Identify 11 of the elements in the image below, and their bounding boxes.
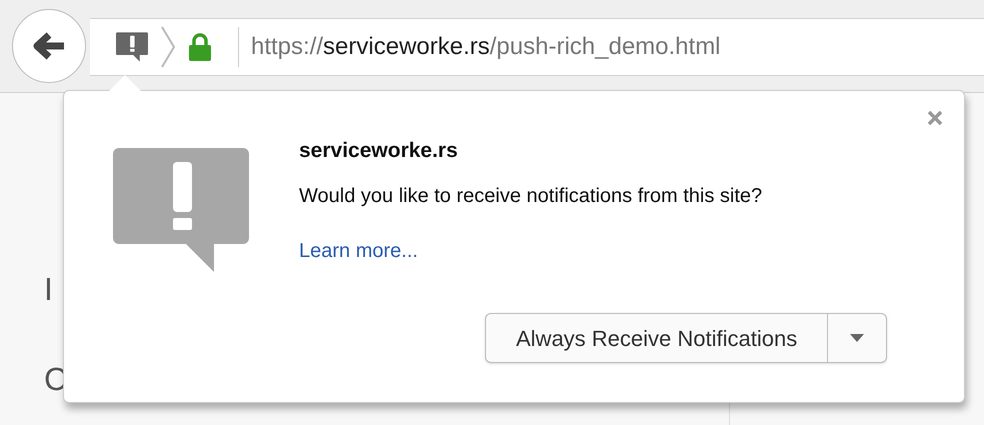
chevron-icon	[160, 25, 176, 69]
lock-icon	[188, 33, 212, 61]
caret-icon	[850, 334, 864, 342]
notification-icon	[116, 32, 148, 62]
close-icon	[927, 110, 943, 126]
popup-message: Would you like to receive notifications from this site?	[299, 184, 762, 208]
nav-link[interactable]: I	[44, 269, 53, 309]
learn-more-link[interactable]: Learn more...	[299, 239, 762, 263]
back-arrow-icon	[32, 31, 66, 61]
notification-icon	[113, 148, 249, 272]
popup-title: serviceworke.rs	[299, 139, 459, 163]
